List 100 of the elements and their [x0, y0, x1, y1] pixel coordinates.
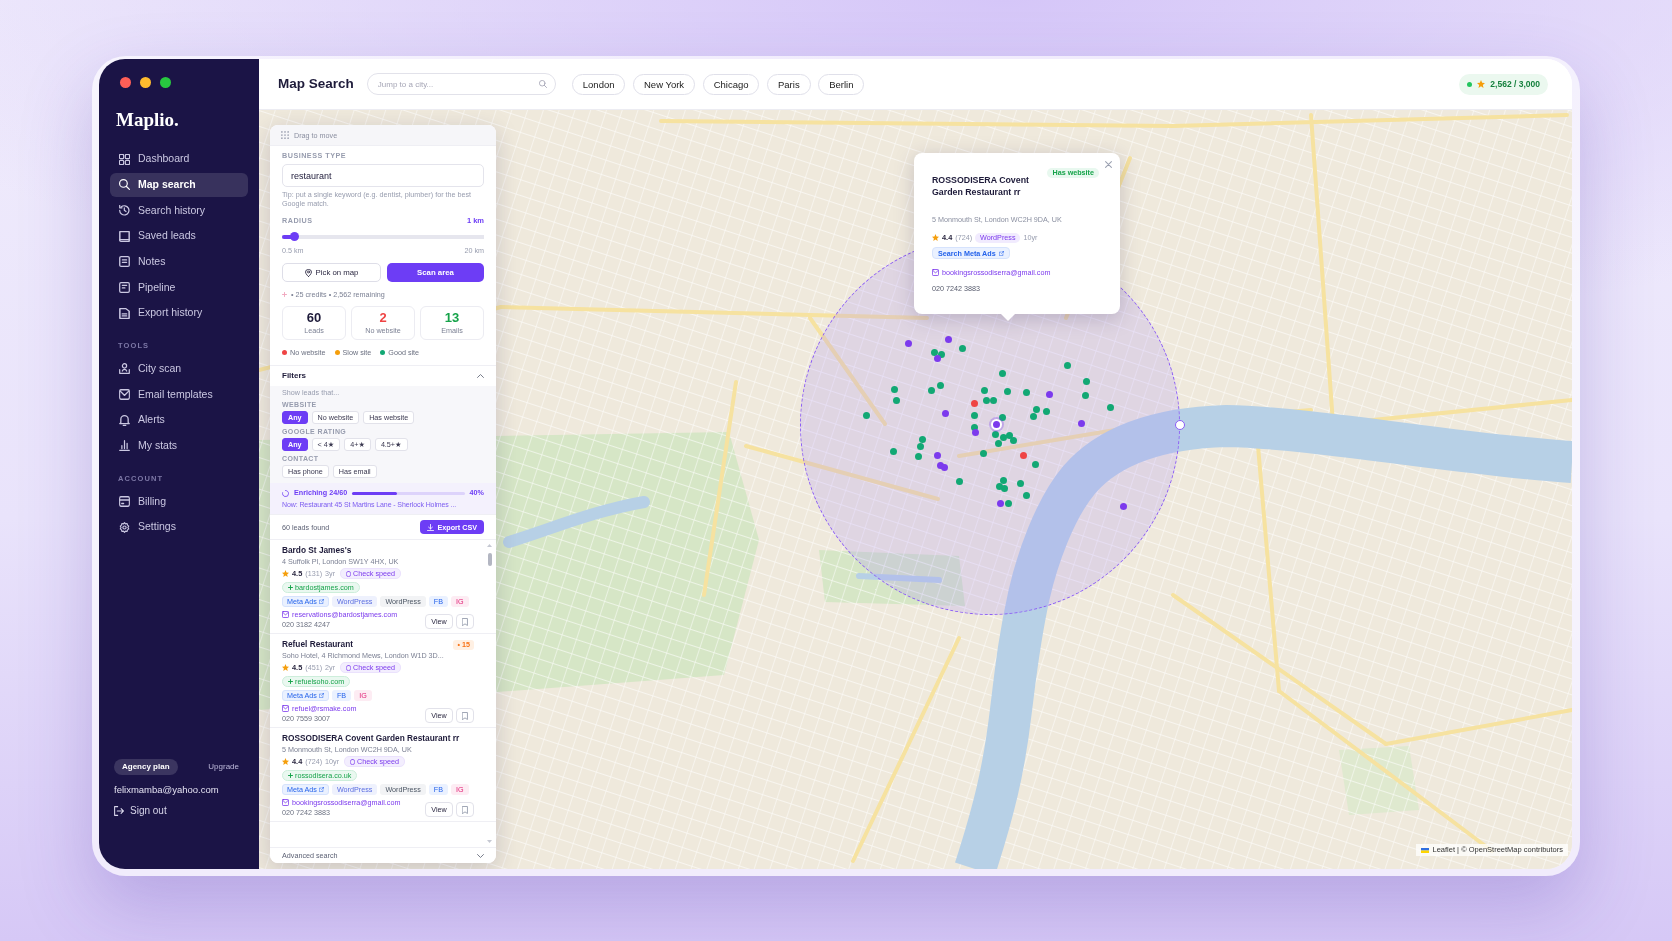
map-marker-icon[interactable] — [998, 370, 1006, 378]
nav-item[interactable]: My stats — [110, 433, 248, 458]
nav-item[interactable]: Search history — [110, 198, 248, 223]
map-marker-icon[interactable] — [1119, 503, 1127, 511]
map-marker-icon[interactable] — [938, 350, 946, 358]
bookmark-button[interactable] — [456, 614, 474, 629]
nav-item[interactable]: Notes — [110, 249, 248, 274]
map-marker-icon[interactable] — [971, 411, 979, 419]
map-marker-icon[interactable] — [1003, 387, 1011, 395]
map-marker-icon[interactable] — [944, 336, 952, 344]
map-marker-icon[interactable] — [890, 385, 898, 393]
map-marker-icon[interactable] — [980, 449, 988, 457]
map-marker-icon[interactable] — [936, 381, 944, 389]
map-marker-icon[interactable] — [1005, 432, 1013, 440]
nav-item[interactable]: Export history — [110, 301, 248, 326]
scrollbar-thumb[interactable] — [487, 553, 492, 566]
nav-item[interactable]: Alerts — [110, 408, 248, 433]
city-chip[interactable]: London — [571, 73, 626, 95]
bookmark-button[interactable] — [456, 802, 474, 817]
map-marker-icon[interactable] — [996, 500, 1004, 508]
window-maximize-button[interactable] — [160, 77, 171, 88]
scroll-up-icon[interactable] — [487, 544, 492, 547]
city-chip[interactable]: Berlin — [818, 73, 865, 95]
lead-name: ROSSODISERA Covent Garden Restaurant rr — [282, 733, 460, 744]
close-button[interactable] — [1105, 161, 1112, 168]
settings-icon — [119, 521, 130, 533]
city-chip[interactable]: Paris — [767, 73, 811, 95]
map-marker-icon[interactable] — [889, 447, 897, 455]
board-icon — [119, 281, 130, 293]
map-marker-icon[interactable] — [999, 476, 1007, 484]
map-marker-icon[interactable] — [958, 344, 966, 352]
map-marker-icon[interactable] — [1083, 377, 1091, 385]
ring-icon — [346, 664, 352, 671]
map-marker-icon[interactable] — [1106, 403, 1114, 411]
upgrade-link[interactable]: Upgrade — [208, 762, 239, 772]
nav-item[interactable]: Email templates — [110, 382, 248, 407]
plus-icon — [282, 292, 287, 297]
map-marker-icon[interactable] — [942, 410, 950, 418]
map-marker-icon[interactable] — [980, 386, 988, 394]
map-marker-icon[interactable] — [994, 439, 1002, 447]
chevron-up-icon[interactable] — [477, 374, 484, 378]
map-marker-icon[interactable] — [999, 414, 1007, 422]
nav-item[interactable]: Saved leads — [110, 224, 248, 249]
search-icon — [119, 179, 130, 191]
city-search-field[interactable]: Jump to a city... — [366, 73, 556, 95]
map-marker-icon[interactable] — [940, 464, 948, 472]
map-marker-icon[interactable] — [928, 386, 936, 394]
map-marker-icon[interactable] — [1022, 388, 1030, 396]
slider-thumb[interactable] — [289, 232, 299, 241]
map-marker-icon[interactable] — [1004, 499, 1012, 507]
map-marker-icon[interactable] — [862, 412, 870, 420]
map-marker-icon[interactable] — [904, 340, 912, 348]
map-marker-icon[interactable] — [971, 429, 979, 437]
map-marker-icon[interactable] — [892, 396, 900, 404]
map-marker-icon[interactable] — [999, 433, 1007, 441]
map-marker-icon[interactable] — [995, 483, 1003, 491]
selected-marker-icon[interactable] — [991, 419, 1003, 431]
window-close-button[interactable] — [120, 77, 131, 88]
map-marker-icon[interactable] — [917, 443, 925, 451]
map-marker-icon[interactable] — [1078, 419, 1086, 427]
nav-item[interactable]: Billing — [110, 489, 248, 514]
map-marker-icon[interactable] — [1000, 485, 1008, 493]
map-marker-icon[interactable] — [955, 478, 963, 486]
plan-badge: Agency plan — [114, 759, 178, 775]
business-type-field[interactable]: restaurant — [282, 164, 484, 187]
radius-handle[interactable] — [1175, 420, 1185, 430]
bell-icon — [119, 414, 130, 426]
city-chip[interactable]: New York — [633, 73, 696, 95]
map-marker-icon[interactable] — [918, 436, 926, 444]
map-marker-icon[interactable] — [1030, 413, 1038, 421]
map-marker-icon[interactable] — [982, 396, 990, 404]
map-marker-icon[interactable] — [989, 397, 997, 405]
map-marker-icon[interactable] — [1023, 492, 1031, 500]
window-minimize-button[interactable] — [140, 77, 151, 88]
nav-item[interactable]: City scan — [110, 356, 248, 381]
map-marker-icon[interactable] — [1009, 436, 1017, 444]
nav-item[interactable]: Settings — [110, 515, 248, 540]
scroll-down-icon[interactable] — [487, 840, 492, 843]
bookmark-button[interactable] — [456, 708, 474, 723]
map-marker-icon[interactable] — [1016, 479, 1024, 487]
map-marker-icon[interactable] — [914, 452, 922, 460]
note-icon — [119, 256, 130, 268]
map-marker-icon[interactable] — [933, 354, 941, 362]
map-marker-icon[interactable] — [970, 400, 978, 408]
map-marker-icon[interactable] — [1045, 390, 1053, 398]
nav-item[interactable]: Map search — [110, 172, 248, 197]
map-marker-icon[interactable] — [991, 431, 999, 439]
map-marker-icon[interactable] — [1019, 451, 1027, 459]
map-marker-icon[interactable] — [1063, 361, 1071, 369]
map-marker-icon[interactable] — [1042, 407, 1050, 415]
nav-item[interactable]: Dashboard — [110, 147, 248, 171]
page-title: Map Search — [278, 76, 354, 92]
map-marker-icon[interactable] — [1032, 406, 1040, 414]
map-marker-icon[interactable] — [933, 451, 941, 459]
sign-out-link[interactable]: Sign out — [114, 805, 167, 817]
nav-item[interactable]: Pipeline — [110, 275, 248, 300]
city-chip[interactable]: Chicago — [702, 73, 760, 95]
map-marker-icon[interactable] — [1082, 391, 1090, 399]
map-marker-icon[interactable] — [931, 348, 939, 356]
map-marker-icon[interactable] — [1031, 461, 1039, 469]
